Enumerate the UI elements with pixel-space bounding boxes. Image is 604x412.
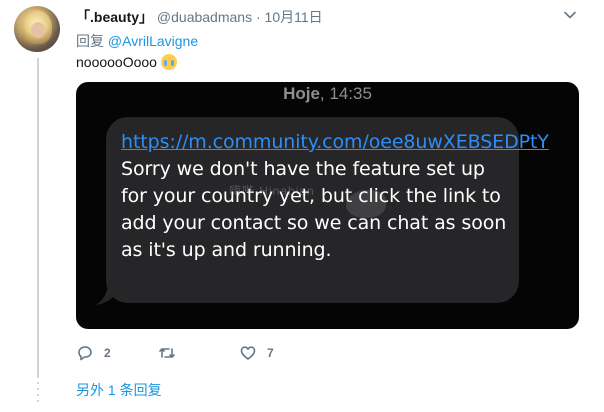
like-count: 7 xyxy=(267,346,274,360)
user-handle[interactable]: @duabadmans xyxy=(157,9,252,25)
retweet-button[interactable] xyxy=(158,344,186,362)
chevron-down-icon[interactable] xyxy=(563,8,577,22)
heart-icon xyxy=(240,346,256,360)
like-button[interactable]: 7 xyxy=(239,344,274,362)
avatar-face xyxy=(31,22,45,38)
reply-icon xyxy=(78,346,92,361)
watermark: 嗨哔 Hinabian xyxy=(229,184,315,198)
tweet-date[interactable]: 10月11日 xyxy=(265,9,323,25)
thread-dots xyxy=(37,382,39,406)
date-separator: · xyxy=(255,9,261,25)
watermark-bird-icon xyxy=(346,190,386,218)
tweet-media-image[interactable]: Hoje, 14:35 https://m.community.com/oee8… xyxy=(76,82,579,329)
message-bubble: https://m.community.com/oee8uwXEBSEDPtY … xyxy=(106,117,549,303)
reply-prefix: 回复 xyxy=(76,33,104,49)
tweet-header: 「.beauty」 @duabadmans · 10月11日 xyxy=(76,7,323,27)
reply-count: 2 xyxy=(104,346,111,360)
message-text: https://m.community.com/oee8uwXEBSEDPtY … xyxy=(121,129,549,264)
tweet-text: noooooOooo xyxy=(76,54,177,70)
replying-to: 回复 @AvrilLavigne xyxy=(76,31,198,51)
message-link[interactable]: https://m.community.com/oee8uwXEBSEDPtY xyxy=(121,131,549,153)
thread-line xyxy=(37,58,39,378)
timestamp-day: Hoje xyxy=(283,84,320,103)
avatar[interactable] xyxy=(14,6,60,52)
timestamp-time: 14:35 xyxy=(329,84,372,103)
message-timestamp: Hoje, 14:35 xyxy=(283,84,372,103)
reply-button[interactable]: 2 xyxy=(76,344,111,362)
display-name[interactable]: 「.beauty」 xyxy=(76,9,153,25)
loudly-crying-face-icon xyxy=(160,54,177,70)
show-more-replies-link[interactable]: 另外 1 条回复 xyxy=(76,380,162,400)
message-body: Sorry we don't have the feature set up f… xyxy=(121,158,507,261)
tweet-text-body: noooooOooo xyxy=(76,54,157,70)
reply-mention-link[interactable]: @AvrilLavigne xyxy=(108,33,198,49)
retweet-icon xyxy=(159,348,175,358)
